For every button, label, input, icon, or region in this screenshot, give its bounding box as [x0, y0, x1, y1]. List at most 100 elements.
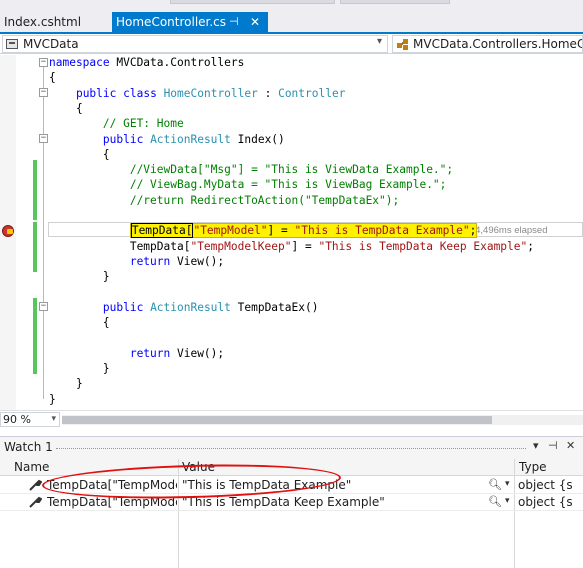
code-text: Index() — [230, 132, 285, 146]
horizontal-scrollbar[interactable] — [62, 415, 583, 425]
project-name: MVCData — [23, 37, 79, 51]
pin-icon[interactable]: ⊣ — [229, 12, 239, 32]
change-indicator — [33, 298, 37, 374]
pin-icon[interactable]: ⊣ — [548, 439, 558, 452]
watch-type: object {s — [518, 495, 573, 509]
tab-strip-top-edge — [0, 0, 583, 6]
grid-header: Name Value Type — [0, 459, 583, 476]
magnifier-icon[interactable]: 🔍︎ — [488, 495, 502, 508]
document-tab-strip: Index.cshtml HomeController.cs ⊣ ✕ — [0, 0, 583, 34]
column-divider[interactable] — [178, 459, 179, 568]
code-editor[interactable]: − − − − ≤ 14,496ms elapsed namespace MVC… — [0, 55, 583, 410]
watch-title: Watch 1 — [4, 440, 53, 454]
watch-value[interactable]: "This is TempData Keep Example" — [182, 495, 482, 509]
chevron-down-icon: ▾ — [51, 414, 56, 424]
member-dropdown[interactable]: MVCData.Controllers.HomeController — [392, 35, 583, 53]
scrollbar-thumb[interactable] — [62, 416, 492, 424]
code-line: public class HomeController : Controller — [49, 86, 345, 101]
keyword: namespace — [49, 56, 110, 69]
watch-window: Watch 1 ▾ ⊣ ✕ Name Value Type TempData["… — [0, 436, 583, 568]
string-literal: "TempModel" — [193, 224, 268, 238]
code-line: namespace MVCData.Controllers — [49, 55, 244, 70]
zoom-dropdown[interactable]: 90 % ▾ — [0, 412, 60, 427]
string-literal: "This is TempData Example" — [294, 224, 470, 238]
change-indicator — [33, 222, 37, 272]
zoom-level: 90 % — [3, 413, 31, 426]
code-line: { — [49, 147, 110, 162]
code-text: { — [75, 101, 83, 115]
column-divider[interactable] — [514, 459, 515, 568]
tab-index-cshtml[interactable]: Index.cshtml — [0, 12, 110, 32]
title-bar-grip — [56, 448, 526, 449]
chevron-down-icon: ▾ — [377, 36, 383, 47]
keyword: class — [123, 86, 157, 100]
watch-type: object {s — [518, 478, 573, 492]
code-text: } — [75, 377, 83, 391]
code-text: View(); — [170, 254, 225, 268]
code-line: } — [49, 376, 83, 391]
code-text: TempData[ — [129, 239, 191, 253]
column-header-value[interactable]: Value — [182, 460, 215, 474]
watch-row[interactable]: TempData["TempModelK "This is TempData K… — [0, 494, 583, 511]
code-line: } — [49, 269, 110, 284]
comment: // GET: Home — [102, 117, 184, 131]
code-text: : — [257, 86, 279, 100]
string-literal: "This is TempData Keep Example" — [318, 239, 528, 253]
type-name: ActionResult — [150, 300, 231, 314]
breakpoint-current-statement-icon[interactable] — [2, 225, 14, 237]
chevron-down-icon[interactable]: ▾ — [505, 496, 510, 506]
watch-name[interactable]: TempData["TempModel" — [47, 478, 177, 492]
watch-row[interactable]: TempData["TempModel" "This is TempData E… — [0, 477, 583, 494]
type-name: Controller — [278, 86, 346, 100]
code-text: ; — [469, 224, 477, 238]
code-text: { — [49, 71, 56, 85]
collapse-icon[interactable]: − — [39, 302, 48, 311]
collapse-icon[interactable]: − — [39, 134, 48, 143]
project-icon — [6, 39, 18, 49]
editor-bottom-bar: 90 % ▾ — [0, 410, 583, 427]
code-line: public ActionResult Index() — [49, 132, 285, 147]
project-dropdown[interactable]: MVCData ▾ — [2, 35, 388, 53]
code-line: TempData["TempModelKeep"] = "This is Tem… — [49, 239, 534, 254]
keyword: return — [129, 254, 171, 268]
watch-value[interactable]: "This is TempData Example" — [182, 478, 482, 492]
tab-label: Index.cshtml — [4, 15, 82, 29]
wrench-icon — [29, 479, 42, 491]
code-text: MVCData.Controllers — [109, 56, 245, 69]
chevron-down-icon[interactable]: ▾ — [505, 479, 510, 489]
wrench-icon — [29, 496, 42, 508]
keyword: public — [102, 300, 144, 314]
code-line: { — [49, 315, 110, 330]
watch-name[interactable]: TempData["TempModelK — [47, 495, 177, 509]
close-icon[interactable]: ✕ — [250, 12, 260, 32]
code-text: TempData[ — [130, 223, 194, 239]
keyword: return — [129, 346, 171, 360]
code-text: { — [102, 147, 110, 161]
code-text: TempDataEx() — [230, 300, 319, 314]
member-name: MVCData.Controllers.HomeController — [413, 37, 583, 51]
code-text: View(); — [170, 346, 225, 360]
close-icon[interactable]: ✕ — [566, 439, 575, 452]
navigation-bar: MVCData ▾ MVCData.Controllers.HomeContro… — [0, 34, 583, 54]
column-header-type[interactable]: Type — [519, 460, 547, 474]
tab-label: HomeController.cs — [116, 15, 227, 29]
code-line-current: TempData["TempModel"] = "This is TempDat… — [49, 223, 478, 239]
code-line: //return RedirectToAction("TempDataEx"); — [49, 193, 399, 208]
code-line: // GET: Home — [49, 116, 184, 131]
tab-stub — [340, 0, 450, 4]
collapse-icon[interactable]: − — [39, 58, 48, 67]
chevron-down-icon[interactable]: ▾ — [533, 439, 539, 452]
column-header-name[interactable]: Name — [14, 460, 49, 474]
code-text: ; — [527, 239, 535, 253]
comment: //ViewData["Msg"] = "This is ViewData Ex… — [129, 163, 454, 177]
code-line: public ActionResult TempDataEx() — [49, 300, 319, 315]
magnifier-icon[interactable]: 🔍︎ — [488, 478, 502, 491]
code-text: ] = — [291, 239, 319, 253]
code-line: return View(); — [49, 346, 224, 361]
type-name: ActionResult — [150, 132, 231, 146]
code-text: } — [49, 392, 56, 406]
type-name: HomeController — [163, 86, 258, 100]
code-line: // ViewBag.MyData = "This is ViewBag Exa… — [49, 177, 447, 192]
tab-homecontroller-cs[interactable]: HomeController.cs ⊣ ✕ — [112, 12, 268, 32]
collapse-icon[interactable]: − — [39, 88, 48, 97]
